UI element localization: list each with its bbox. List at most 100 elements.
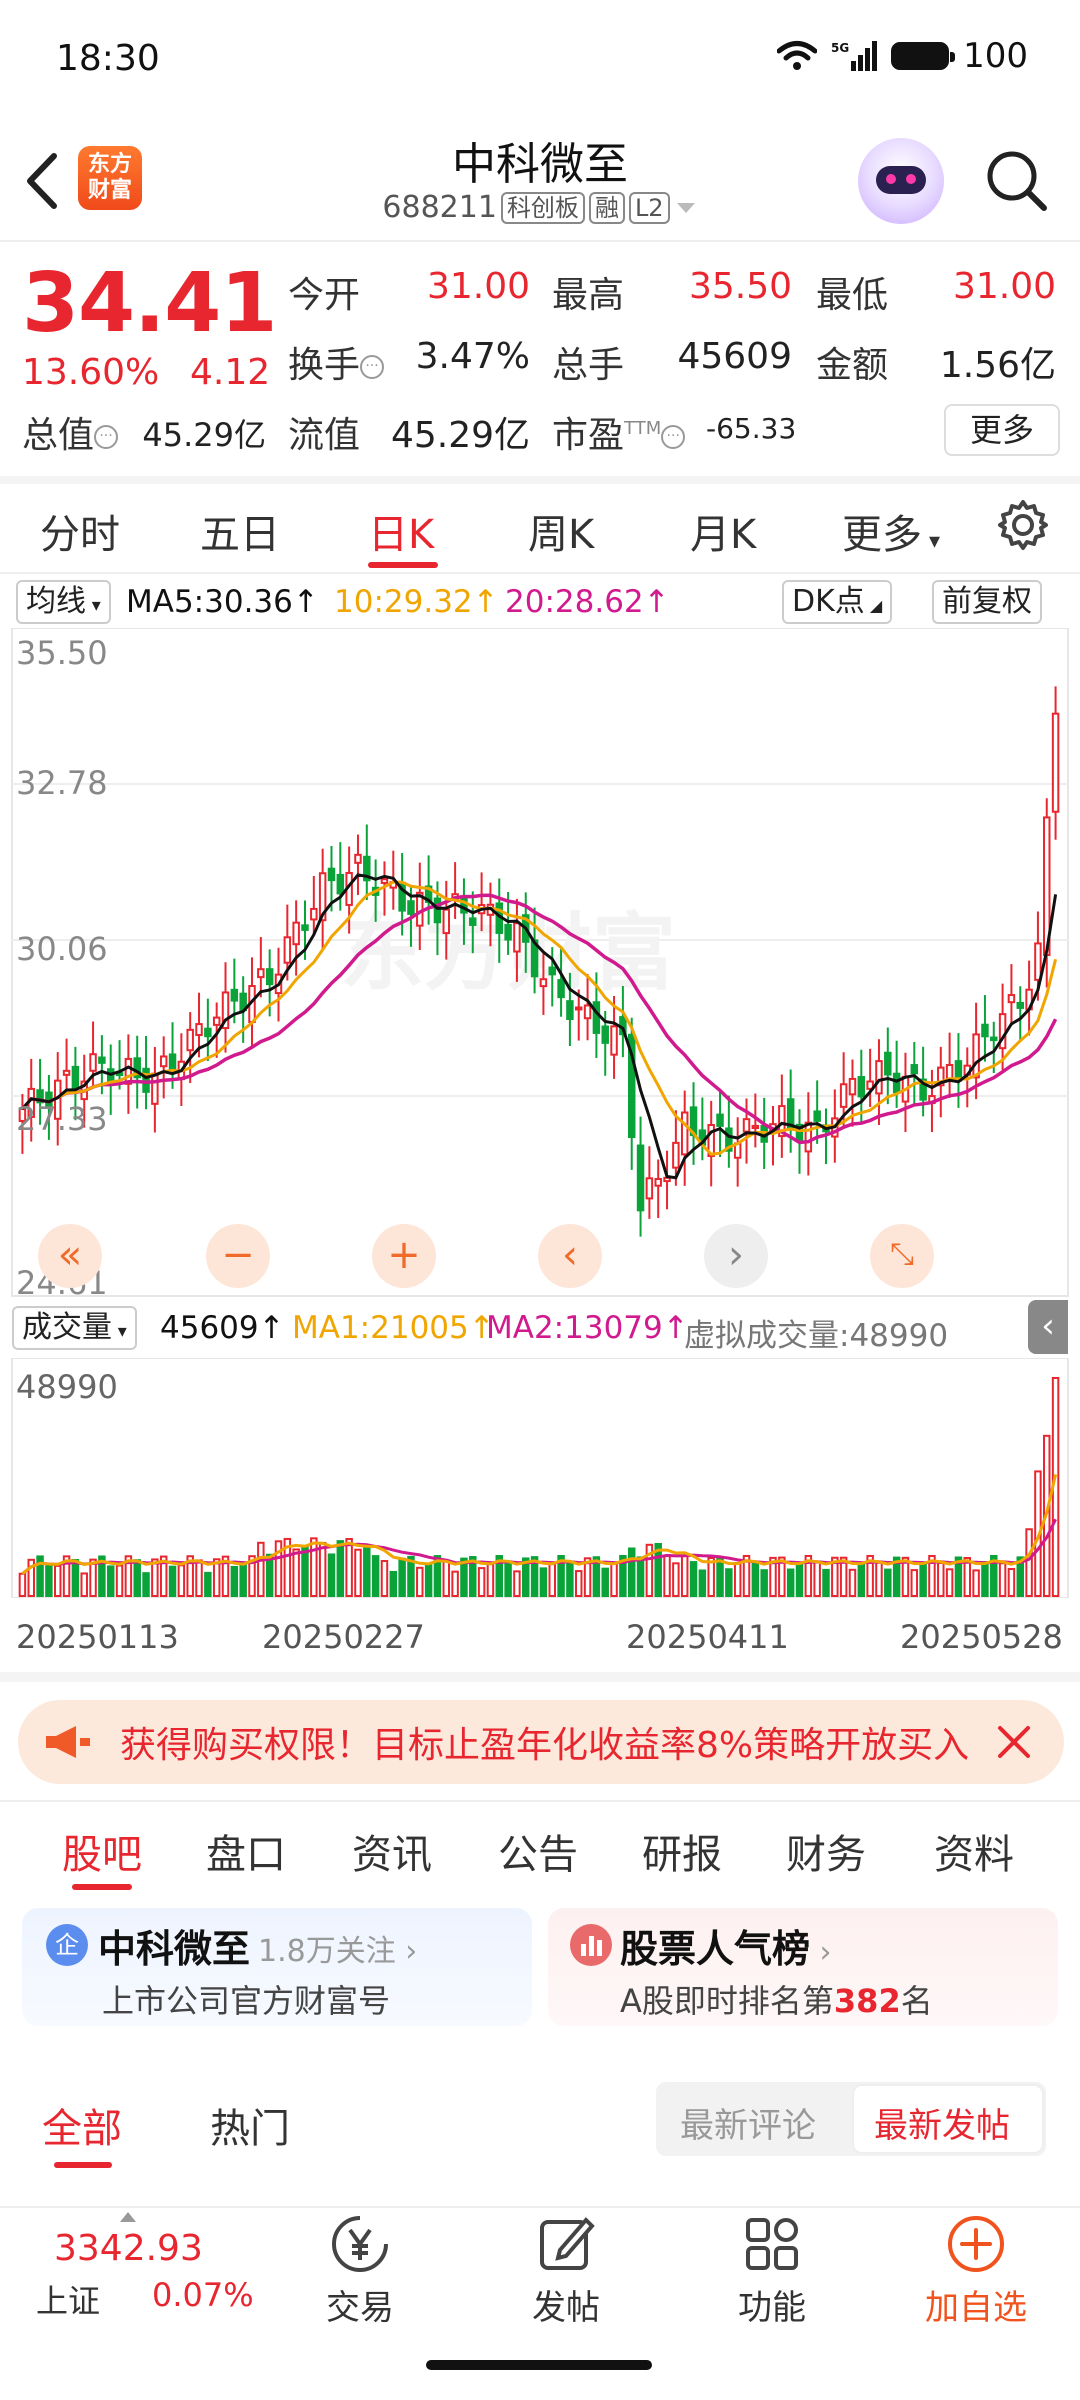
turnover-label: 换手 ··· [288,336,385,388]
change-percent: 13.60% [22,352,160,393]
volume-bar [53,1564,62,1598]
svg-text:5G: 5G [831,41,849,55]
sort-latest-comment[interactable]: 最新评论 [680,2098,816,2147]
sort-latest-post[interactable]: 最新发帖 [874,2098,1010,2147]
tab-weekly-k[interactable]: 周K [528,502,594,560]
tab-news[interactable]: 资讯 [352,1822,432,1880]
volume-bar [71,1558,80,1597]
change-amount: 4.12 [190,352,271,393]
scroll-right-button[interactable]: › [704,1224,768,1288]
volume-indicator-select[interactable]: 成交量 ▾ [12,1306,137,1350]
adjust-select[interactable]: 前复权 [932,580,1042,624]
add-watchlist-plus-icon[interactable] [944,2212,1008,2276]
candle-body [98,1056,106,1064]
volume-bar [80,1572,88,1597]
open-label: 今开 [288,275,361,316]
tab-forum[interactable]: 股吧 [62,1822,142,1880]
bottom-post-label[interactable]: 发帖 [491,2280,641,2329]
bottom-add-watchlist-label[interactable]: 加自选 [901,2280,1051,2329]
trade-yen-icon[interactable] [328,2212,392,2276]
x-label-2: 20250227 [262,1618,425,1656]
candle-body [292,921,300,946]
tab-order-book[interactable]: 盘口 [206,1822,286,1880]
index-value[interactable]: 3342.93 [54,2228,203,2269]
scroll-left-button[interactable]: ‹ [538,1224,602,1288]
feed-tab-hot[interactable]: 热门 [210,2096,290,2154]
candle-body [663,1176,671,1183]
volume-bar [945,1568,954,1597]
dropdown-triangle-icon[interactable] [674,198,698,218]
compose-post-icon[interactable] [534,2212,598,2276]
x-label-3: 20250411 [626,1618,789,1656]
tab-intraday[interactable]: 分时 [40,502,120,560]
candle-body [716,1113,724,1127]
tab-daily-k[interactable]: 日K [368,502,434,560]
y-label-4: 27.33 [16,1100,108,1138]
candle-body [839,1083,848,1108]
candle-body [151,1072,159,1105]
status-time: 18:30 [56,38,160,79]
candle-body [327,867,336,882]
tab-announcements[interactable]: 公告 [498,1822,578,1880]
board-tag: 科创板 [500,191,585,224]
more-quote-button[interactable]: 更多 [944,404,1060,456]
bottom-trade-label[interactable]: 交易 [285,2280,435,2329]
volume-chart[interactable] [0,1358,1080,1598]
volume-bar [327,1553,336,1597]
tab-five-day[interactable]: 五日 [200,502,280,560]
candle-body [574,1006,583,1011]
candle-body [168,1053,177,1070]
volume-bar [310,1537,318,1597]
candle-body [990,1036,998,1042]
volume-bar [451,1570,459,1598]
info-dots-icon[interactable]: ··· [661,425,686,449]
tab-more-periods[interactable]: 更多 ▾ [842,502,940,560]
virtual-volume: 虚拟成交量:48990 [684,1318,949,1354]
fullscreen-expand-icon[interactable]: ⤡ [870,1224,934,1288]
amount-label: 金额 [816,345,889,386]
kline-chart[interactable]: 东方财富 [0,628,1080,1298]
collapse-panel-button[interactable]: ‹ [1028,1300,1068,1354]
tab-monthly-k[interactable]: 月K [690,502,756,560]
volume-bar [336,1540,345,1597]
close-banner-icon[interactable] [994,1722,1034,1762]
candle-body [583,1004,592,1020]
candle-body [1016,1001,1025,1009]
tab-research[interactable]: 研报 [642,1822,722,1880]
scroll-left-fast-button[interactable]: « [38,1224,102,1288]
volume-bar [998,1562,1007,1598]
candle-body [654,1178,662,1187]
candle-body [884,1051,892,1076]
candle-body [433,897,442,924]
zoom-in-button[interactable]: + [372,1224,436,1288]
turnover-value: 3.47% [415,336,530,377]
volume-ma1: MA1:21005↑ [292,1310,495,1346]
search-icon[interactable] [982,146,1050,214]
volume-bar [795,1561,804,1598]
info-dots-icon[interactable]: ··· [94,425,119,449]
candle-body [645,1177,654,1200]
candle-body [442,908,451,935]
caret-up-icon [120,2212,136,2222]
zoom-out-button[interactable]: − [206,1224,270,1288]
info-dots-icon[interactable]: ··· [360,355,385,379]
chart-settings-gear-icon[interactable] [996,498,1050,552]
tab-profile[interactable]: 资料 [934,1822,1014,1880]
index-change[interactable]: 0.07% [152,2276,254,2314]
candle-body [566,1000,574,1020]
candle-body [62,1069,71,1076]
volume-bar [848,1568,857,1598]
y-label-3: 30.06 [16,930,108,968]
tab-financials[interactable]: 财务 [786,1822,866,1880]
volume-bar [663,1554,671,1597]
indicator-select[interactable]: 均线 ▾ [16,580,111,624]
feed-tab-all[interactable]: 全部 [42,2096,122,2154]
candle-body [1007,994,1016,1004]
level2-tag: L2 [628,191,670,224]
dk-point-button[interactable]: DK点 ◢ [782,580,893,624]
candle-body [257,968,265,979]
functions-grid-icon[interactable] [740,2212,804,2276]
ai-assistant-robot-icon[interactable] [858,138,944,224]
bottom-functions-label[interactable]: 功能 [697,2280,847,2329]
index-name[interactable]: 上证 [36,2276,100,2322]
